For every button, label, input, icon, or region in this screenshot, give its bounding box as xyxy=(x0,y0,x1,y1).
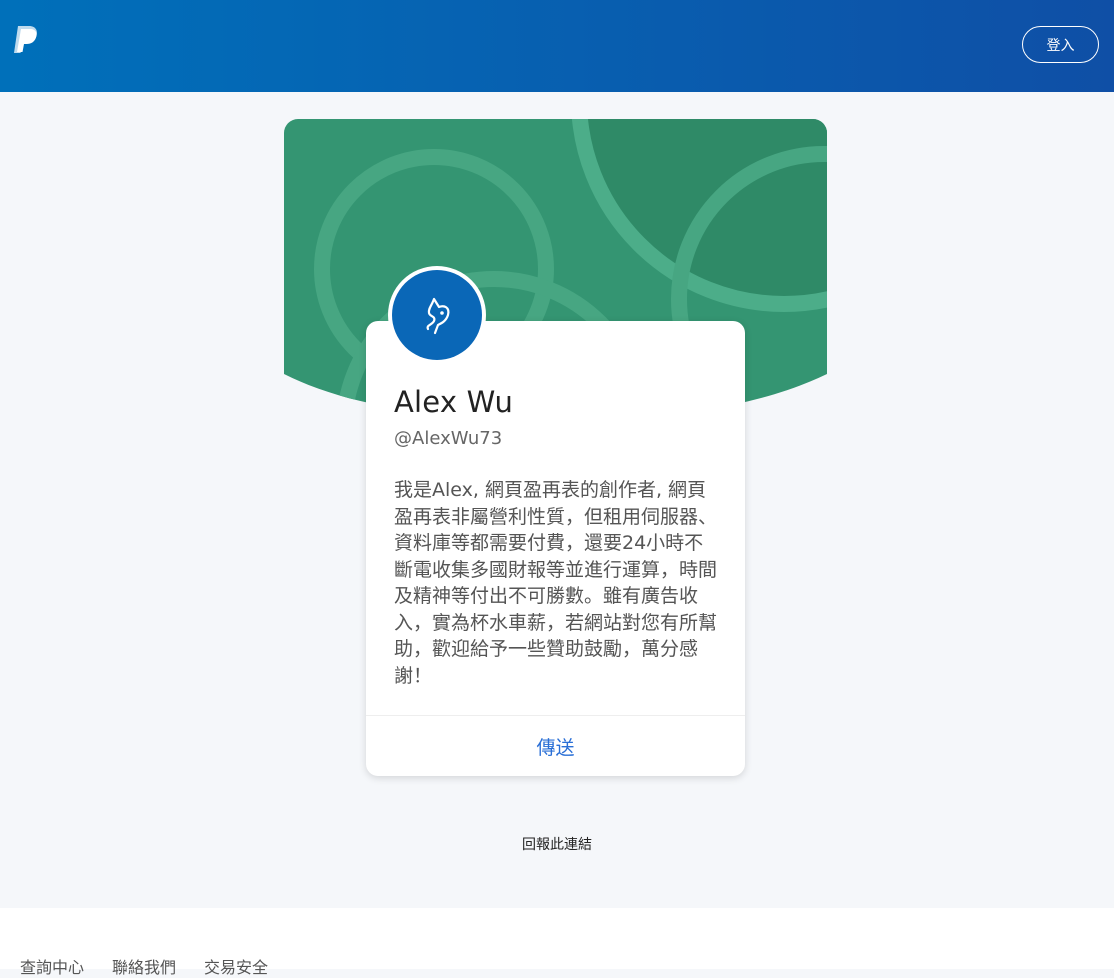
footer-link-security[interactable]: 交易安全 xyxy=(204,954,268,978)
footer-link-help-center[interactable]: 查詢中心 xyxy=(20,954,84,978)
profile-handle: @AlexWu73 xyxy=(394,428,503,449)
top-navigation-bar: 登入 xyxy=(0,0,1114,92)
profile-card: Alex Wu @AlexWu73 我是Alex, 網頁盈再表的創作者, 網頁盈… xyxy=(366,321,745,776)
paypal-logo-icon[interactable] xyxy=(12,24,42,56)
profile-bio: 我是Alex, 網頁盈再表的創作者, 網頁盈再表非屬營利性質，但租用伺服器、資料… xyxy=(394,479,718,687)
profile-avatar-icon xyxy=(392,270,482,360)
report-link[interactable]: 回報此連結 xyxy=(0,834,1114,854)
footer-link-contact-us[interactable]: 聯絡我們 xyxy=(112,954,176,978)
profile-avatar xyxy=(388,266,486,364)
send-button[interactable]: 傳送 xyxy=(366,716,745,776)
profile-name: Alex Wu xyxy=(394,385,514,419)
login-button[interactable]: 登入 xyxy=(1022,26,1099,63)
footer-links: 查詢中心 聯絡我們 交易安全 xyxy=(20,954,268,978)
footer: 查詢中心 聯絡我們 交易安全 xyxy=(0,908,1114,977)
